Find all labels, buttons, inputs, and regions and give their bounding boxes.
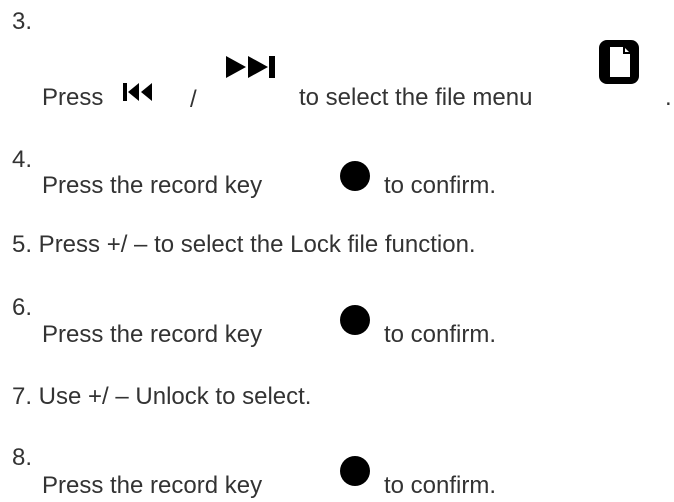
skip-back-icon xyxy=(123,83,152,101)
step-text: Press xyxy=(42,84,104,111)
file-menu-icon xyxy=(599,40,639,84)
trailing-period: . xyxy=(665,84,672,111)
step-number: 3. xyxy=(12,8,33,35)
step-text: Press the record key xyxy=(42,321,263,348)
skip-forward-icon xyxy=(226,56,275,78)
record-key-icon xyxy=(340,161,370,191)
record-key-icon xyxy=(340,456,370,486)
step-text: Press the record key xyxy=(42,172,263,199)
step-text: to confirm. xyxy=(384,172,497,199)
step-number: 4. xyxy=(12,146,33,173)
step-text: Press the record key xyxy=(42,472,263,499)
step-text: to confirm. xyxy=(384,472,497,499)
step-number: 8. xyxy=(12,444,33,471)
step-text: 5. Press +/ – to select the Lock file fu… xyxy=(12,231,476,258)
step-number: 6. xyxy=(12,294,33,321)
step-text: to confirm. xyxy=(384,321,497,348)
step-text: 7. Use +/ – Unlock to select. xyxy=(12,383,312,410)
step-text: to select the file menu xyxy=(299,84,533,111)
separator: / xyxy=(190,86,197,113)
record-key-icon xyxy=(340,305,370,335)
